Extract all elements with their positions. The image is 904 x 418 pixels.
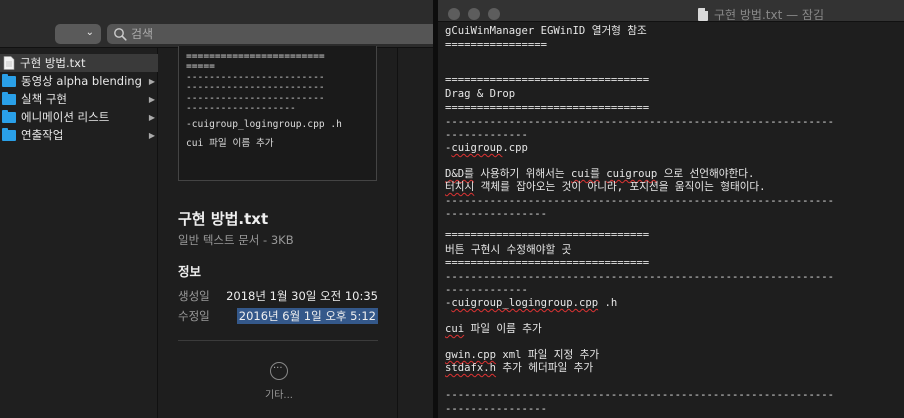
text-line: -cuigroup.cpp [445, 142, 528, 154]
folder-item-label: 실책 구현 [21, 92, 67, 106]
vertical-scrollbar[interactable] [898, 22, 904, 418]
preview-file-type: 일반 텍스트 문서 - 3KB [178, 233, 294, 247]
text-line: ----------------------------------------… [445, 116, 835, 128]
view-options-dropdown[interactable]: ⌄ [55, 24, 101, 44]
created-date-row: 생성일 2018년 1월 30일 오전 10:35 [178, 287, 378, 304]
misspelled-word: cuigroup [606, 168, 658, 180]
misspelled-word: gwin.cpp [445, 349, 497, 361]
text-line: ------------- [445, 284, 528, 296]
document-icon[interactable] [698, 8, 708, 21]
text-content[interactable]: gCuiWinManager EGWinID 열거형 참조 ==========… [445, 22, 897, 418]
minimize-button[interactable] [468, 8, 480, 20]
text-line: ---------------- [445, 403, 548, 415]
chevron-right-icon: ▶ [148, 94, 156, 104]
modified-value[interactable]: 2016년 6월 1일 오후 5:12 [236, 308, 378, 324]
misspelled-word: cui [445, 323, 465, 335]
thumbnail-text: ======================== ===== -----------… [186, 51, 342, 149]
empty-column [397, 48, 433, 418]
textedit-window: 구현 방법.txt — 잠김 gCuiWinManager EGWinID 열거… [438, 0, 904, 418]
text-line: ================ [445, 39, 548, 51]
more-actions-button[interactable]: 기타... [259, 362, 299, 402]
text-file-icon [3, 56, 15, 70]
created-value: 2018년 1월 30일 오전 10:35 [226, 289, 378, 303]
text-line: ---------------- [445, 208, 548, 220]
text-line: ----------------------------------------… [445, 389, 835, 401]
search-icon [114, 28, 127, 41]
preview-divider [178, 340, 378, 341]
text-line: 터치시 객체를 잡아오는 것이 아니라, 포지션을 움직이는 형태이다. [445, 181, 766, 193]
close-button[interactable] [448, 8, 460, 20]
text-line: ================================ [445, 257, 650, 269]
title-bar[interactable]: 구현 방법.txt — 잠김 [438, 0, 904, 22]
folder-item-label: 동영상 alpha blending [21, 74, 142, 88]
text-line: ================================ [445, 74, 650, 86]
text-line: cui 파일 이름 추가 [445, 323, 542, 335]
misspelled-word: cui를 [571, 168, 600, 180]
text-line: ----------------------------------------… [445, 195, 835, 207]
file-item-guide-txt[interactable]: 구현 방법.txt [0, 54, 158, 72]
file-preview-thumbnail[interactable]: ======================== ===== -----------… [178, 46, 377, 181]
file-item-label: 구현 방법.txt [20, 56, 86, 70]
text-line: 버튼 구현시 수정해야할 곳 [445, 244, 572, 256]
folder-item-animation-list[interactable]: 에니메이션 리스트 ▶ [0, 108, 158, 126]
chevron-right-icon: ▶ [148, 76, 156, 86]
folder-item-label: 연출작업 [21, 128, 64, 142]
window-title: 구현 방법.txt — 잠김 [714, 8, 825, 22]
search-input[interactable] [131, 25, 421, 43]
misspelled-word: cuigroup [451, 142, 503, 154]
created-label: 생성일 [178, 289, 210, 303]
modified-date-row: 수정일 2016년 6월 1일 오후 5:12 [178, 307, 378, 324]
folder-item-video-alpha[interactable]: 동영상 alpha blending ▶ [0, 72, 158, 90]
preview-pane: ======================== ===== -----------… [159, 46, 397, 418]
folder-icon [2, 73, 16, 87]
text-line: stdafx.h 추가 헤더파일 추가 [445, 362, 594, 374]
folder-item-label: 에니메이션 리스트 [21, 110, 110, 124]
modified-label: 수정일 [178, 309, 210, 323]
folder-item-direction-work[interactable]: 연출작업 ▶ [0, 126, 158, 144]
folder-icon [2, 91, 16, 105]
finder-toolbar: ⌄ [0, 0, 433, 48]
more-label: 기타... [265, 390, 293, 401]
text-line: D&D를 사용하기 위해서는 cui를 cuigroup 으로 선언해야한다. [445, 168, 755, 180]
finder-window: ⌄ 구현 방법.txt 동영상 alpha blending ▶ [0, 0, 433, 418]
text-line: ================================ [445, 102, 650, 114]
zoom-button[interactable] [488, 8, 500, 20]
preview-file-name: 구현 방법.txt [178, 210, 269, 228]
text-line: gCuiWinManager EGWinID 열거형 참조 [445, 25, 647, 37]
search-box[interactable] [107, 24, 433, 44]
misspelled-word: D&D를 [445, 168, 474, 180]
text-line: ----------------------------------------… [445, 271, 835, 283]
misspelled-word: 터치시 [445, 181, 475, 193]
chevron-right-icon: ▶ [148, 112, 156, 122]
misspelled-word: cuigroup_logingroup.cpp [451, 297, 599, 309]
folder-icon [2, 109, 16, 123]
text-line: ================================ [445, 229, 650, 241]
text-line: ------------- [445, 129, 528, 141]
chevron-down-icon: ⌄ [85, 27, 94, 38]
text-line: -cuigroup_logingroup.cpp .h [445, 297, 618, 309]
text-line: Drag & Drop [445, 88, 516, 100]
folder-icon [2, 127, 16, 141]
chevron-right-icon: ▶ [148, 130, 156, 140]
info-heading: 정보 [178, 264, 202, 279]
folder-item-implementation[interactable]: 실책 구현 ▶ [0, 90, 158, 108]
ellipsis-icon [270, 362, 288, 380]
misspelled-word: stdafx.h [445, 362, 497, 374]
text-line: gwin.cpp xml 파일 지정 추가 [445, 349, 600, 361]
file-list-column: 구현 방법.txt 동영상 alpha blending ▶ 실책 구현 ▶ 에… [0, 48, 158, 418]
